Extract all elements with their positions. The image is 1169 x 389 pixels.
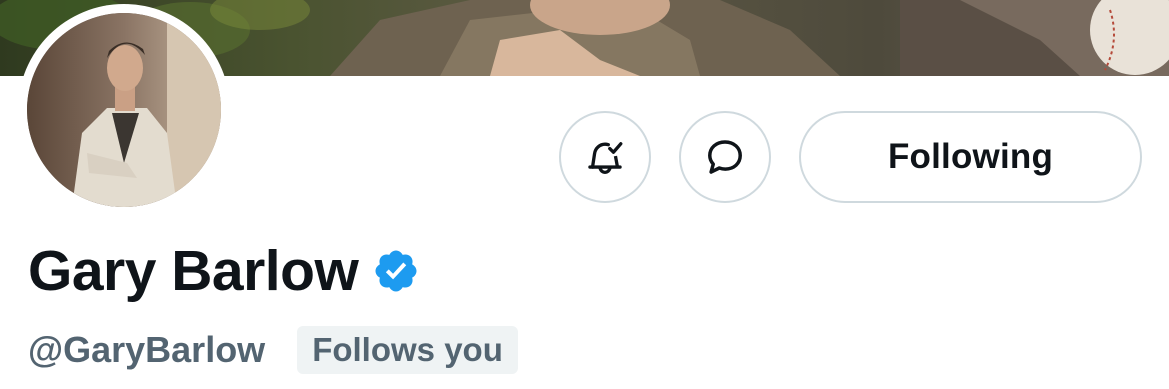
avatar[interactable]	[18, 4, 230, 216]
message-button[interactable]	[679, 111, 771, 203]
following-button[interactable]: Following	[799, 111, 1142, 203]
message-bubble-icon	[708, 140, 742, 174]
display-name: Gary Barlow	[28, 239, 359, 303]
name-row: Gary Barlow	[28, 236, 420, 306]
username-handle: @GaryBarlow	[28, 329, 266, 370]
follows-you-badge: Follows you	[297, 326, 518, 374]
verified-badge-icon[interactable]	[372, 247, 420, 295]
avatar-photo	[27, 13, 221, 207]
handle-row: @GaryBarlow Follows you	[28, 324, 518, 376]
following-label: Following	[887, 137, 1054, 176]
notifications-button[interactable]	[559, 111, 651, 203]
profile-header: Following Gary Barlow @GaryBarlow Follow…	[0, 0, 1169, 389]
bell-check-icon	[588, 142, 623, 175]
